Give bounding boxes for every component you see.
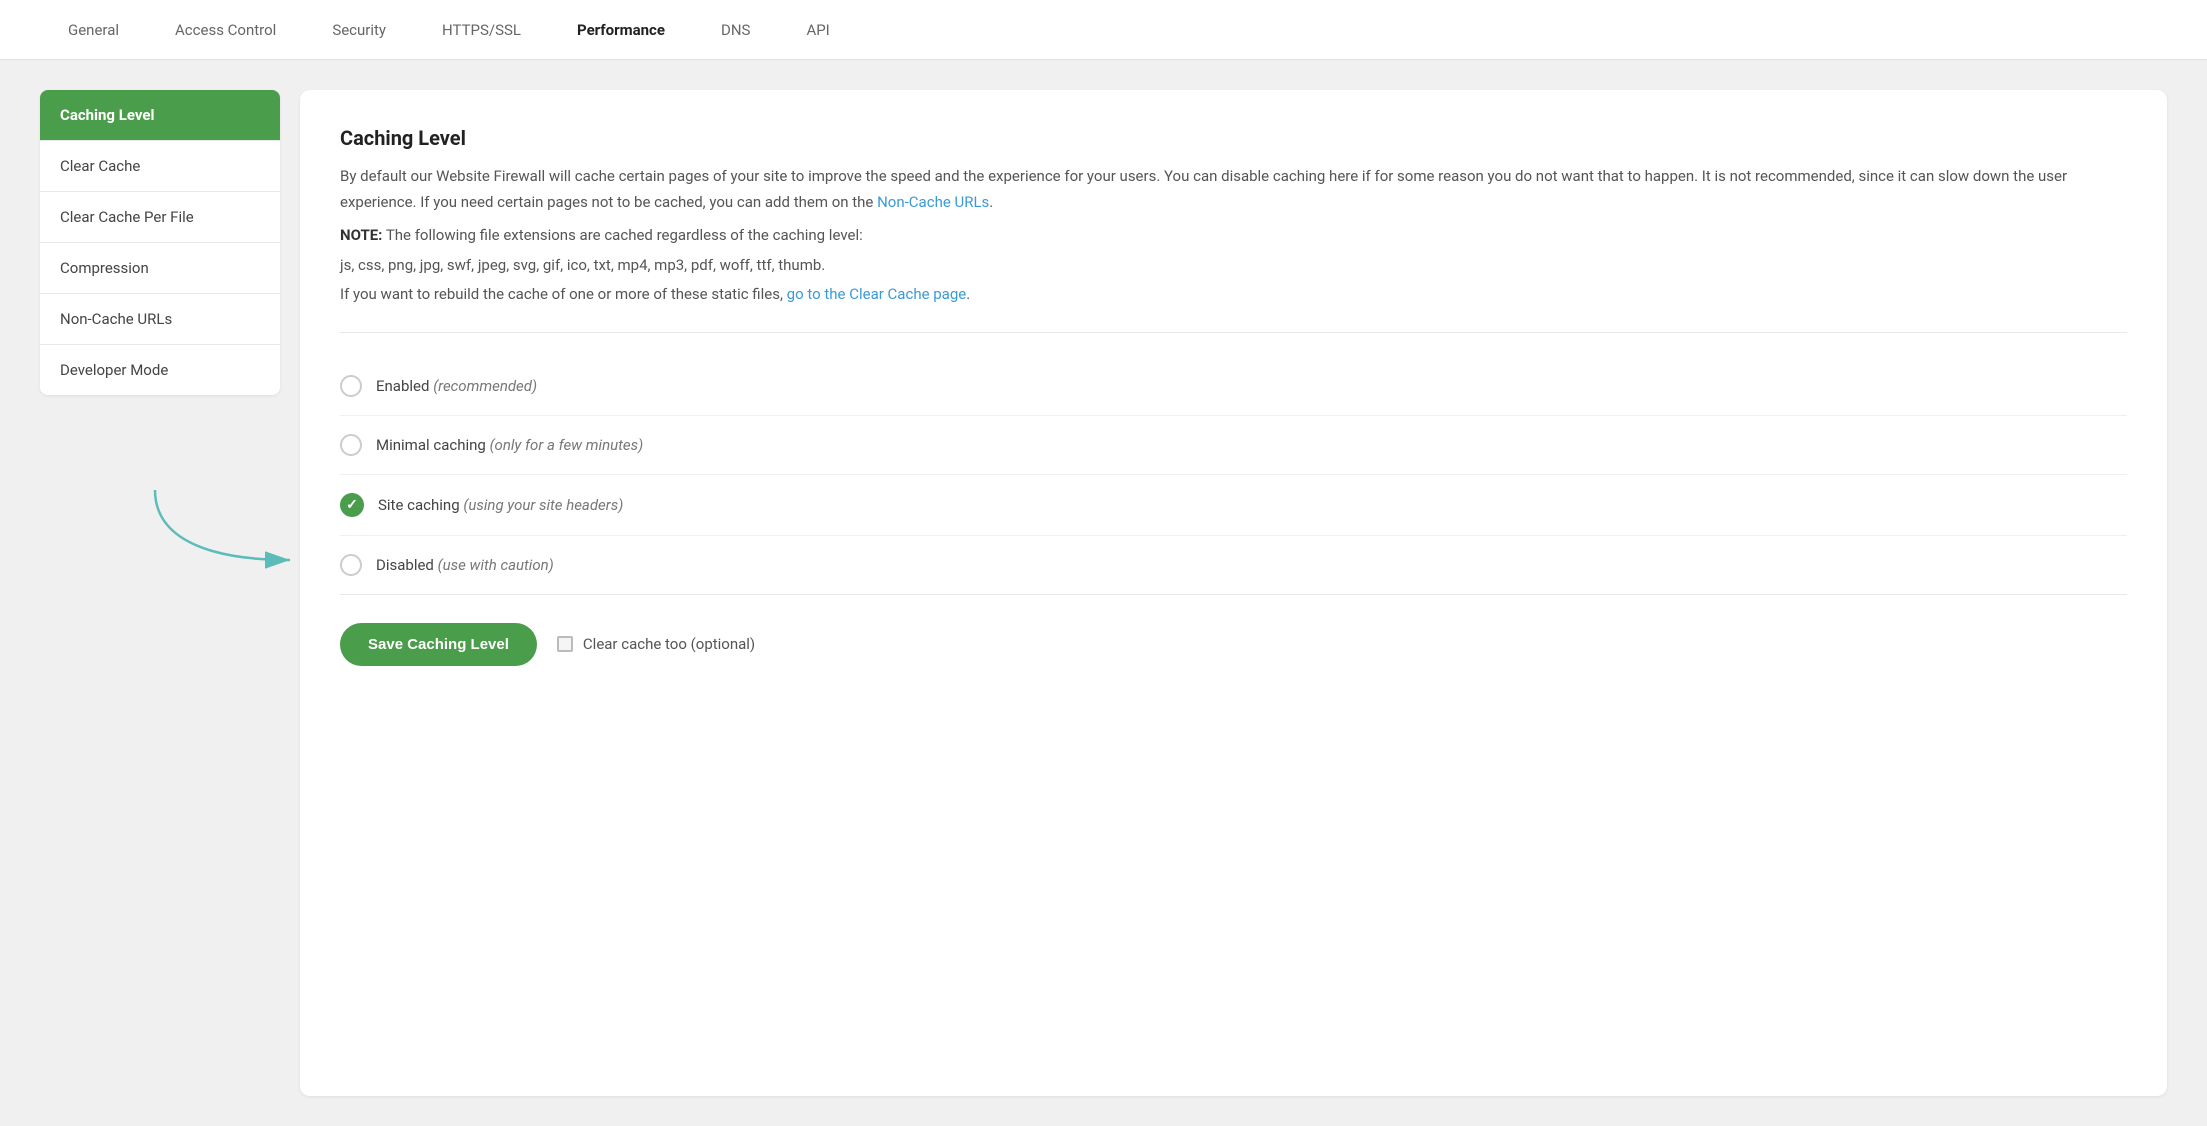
main-layout: Caching Level Clear Cache Clear Cache Pe… (0, 60, 2207, 1126)
nav-security[interactable]: Security (304, 0, 414, 60)
radio-site-caching-checked[interactable] (340, 493, 364, 517)
content-panel: Caching Level By default our Website Fir… (300, 90, 2167, 1096)
sidebar-item-developer-mode[interactable]: Developer Mode (40, 345, 280, 395)
sidebar-item-clear-cache-per-file[interactable]: Clear Cache Per File (40, 192, 280, 243)
clear-cache-checkbox-label[interactable]: Clear cache too (optional) (557, 635, 755, 653)
option-minimal[interactable]: Minimal caching (only for a few minutes) (340, 416, 2127, 475)
radio-minimal[interactable] (340, 434, 362, 456)
option-disabled[interactable]: Disabled (use with caution) (340, 536, 2127, 594)
save-caching-level-button[interactable]: Save Caching Level (340, 623, 537, 666)
caching-options: Enabled (recommended) Minimal caching (o… (340, 357, 2127, 594)
nav-performance[interactable]: Performance (549, 0, 693, 60)
sidebar-item-non-cache-urls[interactable]: Non-Cache URLs (40, 294, 280, 345)
save-row: Save Caching Level Clear cache too (opti… (340, 623, 2127, 666)
nav-api[interactable]: API (778, 0, 857, 60)
option-enabled[interactable]: Enabled (recommended) (340, 357, 2127, 416)
file-extensions: js, css, png, jpg, swf, jpeg, svg, gif, … (340, 253, 2127, 279)
sidebar-item-clear-cache[interactable]: Clear Cache (40, 141, 280, 192)
bottom-divider (340, 594, 2127, 595)
annotation-arrow (145, 480, 305, 580)
non-cache-urls-link[interactable]: Non-Cache URLs (877, 193, 989, 211)
sidebar-item-compression[interactable]: Compression (40, 243, 280, 294)
sidebar-item-caching-level[interactable]: Caching Level (40, 90, 280, 141)
option-site-caching-label: Site caching (using your site headers) (378, 496, 623, 514)
nav-https-ssl[interactable]: HTTPS/SSL (414, 0, 549, 60)
nav-general[interactable]: General (40, 0, 147, 60)
content-description-1: By default our Website Firewall will cac… (340, 164, 2127, 215)
option-enabled-label: Enabled (recommended) (376, 377, 537, 395)
top-navigation: General Access Control Security HTTPS/SS… (0, 0, 2207, 60)
clear-cache-link[interactable]: go to the Clear Cache page (787, 285, 967, 303)
section-divider (340, 332, 2127, 333)
sidebar: Caching Level Clear Cache Clear Cache Pe… (40, 90, 280, 395)
radio-disabled[interactable] (340, 554, 362, 576)
option-minimal-label: Minimal caching (only for a few minutes) (376, 436, 643, 454)
option-site-caching[interactable]: Site caching (using your site headers) (340, 475, 2127, 536)
clear-cache-checkbox-text: Clear cache too (optional) (583, 635, 755, 653)
option-disabled-label: Disabled (use with caution) (376, 556, 554, 574)
radio-enabled[interactable] (340, 375, 362, 397)
nav-dns[interactable]: DNS (693, 0, 778, 60)
content-note: NOTE: The following file extensions are … (340, 223, 2127, 249)
nav-access-control[interactable]: Access Control (147, 0, 304, 60)
rebuild-note: If you want to rebuild the cache of one … (340, 282, 2127, 308)
clear-cache-checkbox[interactable] (557, 636, 573, 652)
page-title: Caching Level (340, 126, 2127, 150)
